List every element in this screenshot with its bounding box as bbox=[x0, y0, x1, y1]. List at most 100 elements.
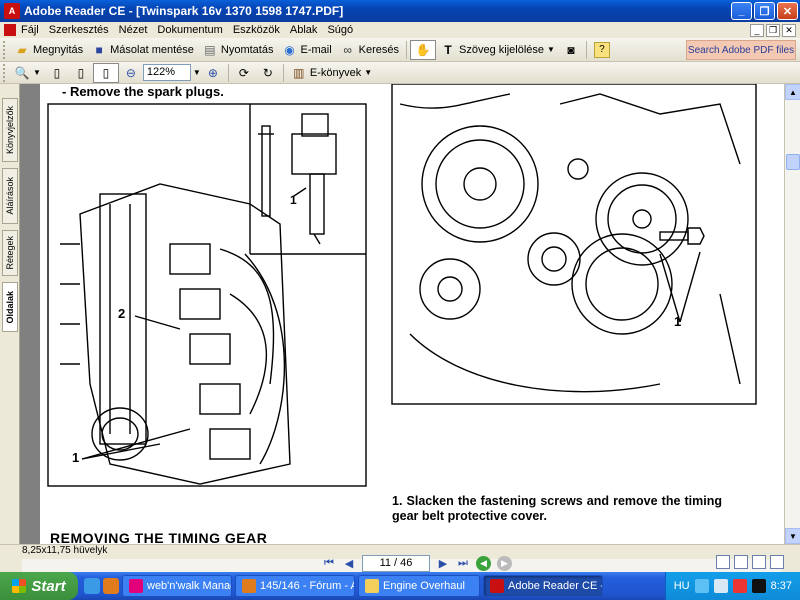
tab-layers[interactable]: Rétegek bbox=[2, 230, 18, 276]
view-toolbar: 🔍 ▼ ▯ ▯ ▯ ⊖ 122% ▼ ⊕ ⟳ ↻ ▥ E-könyvek ▼ bbox=[0, 62, 800, 84]
menu-view[interactable]: Nézet bbox=[114, 24, 153, 36]
select-text-button[interactable]: T Szöveg kijelölése ▼ bbox=[436, 40, 559, 60]
task-forum[interactable]: 145/146 - Fórum - Alf... bbox=[235, 575, 355, 597]
tab-pages-label: Oldalak bbox=[5, 290, 15, 324]
clock: 8:37 bbox=[770, 580, 792, 592]
section-heading-timing-gear: REMOVING THE TIMING GEAR bbox=[50, 530, 268, 544]
minimize-button[interactable]: _ bbox=[731, 2, 752, 20]
webnwalk-icon bbox=[129, 579, 143, 593]
previous-view-icon[interactable]: ◀ bbox=[476, 556, 491, 571]
system-tray: HU 8:37 bbox=[664, 572, 800, 600]
help-icon: ? bbox=[593, 41, 610, 58]
scroll-down-icon[interactable]: ▼ bbox=[785, 528, 800, 544]
doc-close-button[interactable]: ✕ bbox=[782, 23, 796, 37]
folder-icon bbox=[365, 579, 379, 593]
print-button[interactable]: ▤ Nyomtatás bbox=[198, 40, 278, 60]
email-button[interactable]: ◉ E-mail bbox=[277, 40, 335, 60]
menu-tools[interactable]: Eszközök bbox=[228, 24, 285, 36]
fit-page-icon: ▯ bbox=[77, 65, 85, 80]
hand-tool-button[interactable]: ✋ bbox=[410, 39, 437, 60]
ebooks-dropdown-icon[interactable]: ▼ bbox=[364, 68, 372, 77]
first-page-icon[interactable]: ⏮ bbox=[322, 557, 336, 571]
reflow-icon: ↻ bbox=[262, 65, 273, 80]
last-page-icon[interactable]: ⏭ bbox=[456, 557, 470, 571]
menu-document[interactable]: Dokumentum bbox=[152, 24, 227, 36]
zoom-dropdown-icon[interactable]: ▼ bbox=[193, 68, 201, 77]
open-label: Megnyitás bbox=[33, 43, 84, 56]
tab-bookmarks-label: Könyvjelzők bbox=[5, 105, 15, 155]
volume-icon[interactable] bbox=[713, 579, 728, 593]
caption-slacken-screws: 1. Slacken the fastening screws and remo… bbox=[392, 494, 722, 523]
next-page-icon[interactable]: ▶ bbox=[436, 557, 450, 571]
save-copy-button[interactable]: ■ Másolat mentése bbox=[87, 40, 198, 60]
fit-width-button[interactable]: ▯ bbox=[92, 62, 119, 83]
connection-icon[interactable] bbox=[751, 579, 766, 593]
floppy-disk-icon: ■ bbox=[95, 42, 103, 57]
tab-pages[interactable]: Oldalak bbox=[2, 282, 18, 332]
adobe-reader-icon bbox=[490, 579, 504, 593]
scroll-thumb[interactable] bbox=[786, 154, 800, 170]
search-button[interactable]: ∞ Keresés bbox=[336, 40, 403, 60]
maximize-button[interactable]: ❐ bbox=[754, 2, 775, 20]
zoom-tool-dropdown-icon[interactable]: ▼ bbox=[33, 68, 41, 77]
task-engine-overhaul[interactable]: Engine Overhaul bbox=[358, 575, 480, 597]
callout-label-1-left: 1 bbox=[72, 450, 80, 465]
page-number-field[interactable]: 11 / 46 bbox=[362, 555, 430, 572]
zoom-out-button[interactable]: ⊖ bbox=[119, 63, 143, 83]
task-webnwalk[interactable]: web'n'walk Manager bbox=[122, 575, 232, 597]
rotate-view-button[interactable]: ⟳ bbox=[232, 63, 256, 83]
menu-window[interactable]: Ablak bbox=[285, 24, 323, 36]
title-bar: A Adobe Reader CE - [Twinspark 16v 1370 … bbox=[0, 0, 800, 22]
tab-bookmarks[interactable]: Könyvjelzők bbox=[2, 98, 18, 162]
menu-edit[interactable]: Szerkesztés bbox=[44, 24, 114, 36]
zoom-level-field[interactable]: 122% bbox=[142, 64, 191, 81]
actual-size-button[interactable]: ▯ bbox=[45, 63, 69, 83]
continuous-facing-icon[interactable] bbox=[770, 555, 784, 569]
language-indicator[interactable]: HU bbox=[674, 580, 690, 592]
open-button[interactable]: ▰ Megnyitás bbox=[10, 40, 87, 60]
select-text-label: Szöveg kijelölése bbox=[459, 43, 545, 56]
toolbar-grip[interactable] bbox=[3, 40, 7, 59]
zoom-in-button[interactable]: ⊕ bbox=[201, 63, 225, 83]
continuous-icon[interactable] bbox=[734, 555, 748, 569]
facing-icon[interactable] bbox=[752, 555, 766, 569]
network-icon[interactable] bbox=[694, 579, 709, 593]
doc-minimize-button[interactable]: _ bbox=[750, 23, 764, 37]
scroll-up-icon[interactable]: ▲ bbox=[785, 84, 800, 100]
doc-restore-button[interactable]: ❐ bbox=[766, 23, 780, 37]
zoom-tool-button[interactable]: 🔍 ▼ bbox=[10, 63, 45, 83]
fit-width-icon: ▯ bbox=[102, 65, 110, 80]
document-icon[interactable] bbox=[4, 24, 16, 36]
ebooks-button[interactable]: ▥ E-könyvek ▼ bbox=[287, 63, 376, 83]
search-label: Keresés bbox=[358, 43, 400, 56]
printer-icon: ▤ bbox=[204, 42, 216, 57]
snapshot-button[interactable]: ◙ bbox=[559, 40, 583, 60]
firefox-icon bbox=[242, 579, 256, 593]
search-adobe-pdf-button[interactable]: Search Adobe PDF files bbox=[686, 40, 796, 60]
text-select-icon: T bbox=[444, 42, 452, 57]
close-button[interactable]: ✕ bbox=[777, 2, 798, 20]
tab-signatures-label: Aláírások bbox=[5, 177, 15, 215]
tab-signatures[interactable]: Aláírások bbox=[2, 168, 18, 224]
vertical-scrollbar[interactable]: ▲ ▼ bbox=[784, 84, 800, 544]
menu-bar: Fájl Szerkesztés Nézet Dokumentum Eszköz… bbox=[0, 22, 800, 38]
reflow-button[interactable]: ↻ bbox=[256, 63, 280, 83]
next-view-icon[interactable]: ▶ bbox=[497, 556, 512, 571]
toolbar-separator bbox=[227, 63, 229, 82]
start-button[interactable]: Start bbox=[0, 572, 78, 600]
previous-page-icon[interactable]: ◀ bbox=[342, 557, 356, 571]
menu-help[interactable]: Súgó bbox=[322, 24, 358, 36]
help-button[interactable]: ? bbox=[590, 40, 614, 60]
callout-label-1-right: 1 bbox=[674, 314, 682, 329]
internet-explorer-icon[interactable] bbox=[84, 578, 100, 594]
page-size-readout: 8,25x11,75 hüvelyk bbox=[22, 545, 108, 556]
toolbar-grip[interactable] bbox=[3, 63, 7, 82]
document-viewport[interactable]: - Remove the spark plugs. 1 2 1 1 1. Sla… bbox=[20, 84, 784, 544]
select-text-dropdown-icon[interactable]: ▼ bbox=[547, 45, 555, 54]
single-page-icon[interactable] bbox=[716, 555, 730, 569]
fit-page-button[interactable]: ▯ bbox=[69, 63, 93, 83]
menu-file[interactable]: Fájl bbox=[16, 24, 44, 36]
task-adobe-reader[interactable]: Adobe Reader CE - [... bbox=[483, 575, 603, 597]
security-icon[interactable] bbox=[732, 579, 747, 593]
firefox-icon[interactable] bbox=[103, 578, 119, 594]
